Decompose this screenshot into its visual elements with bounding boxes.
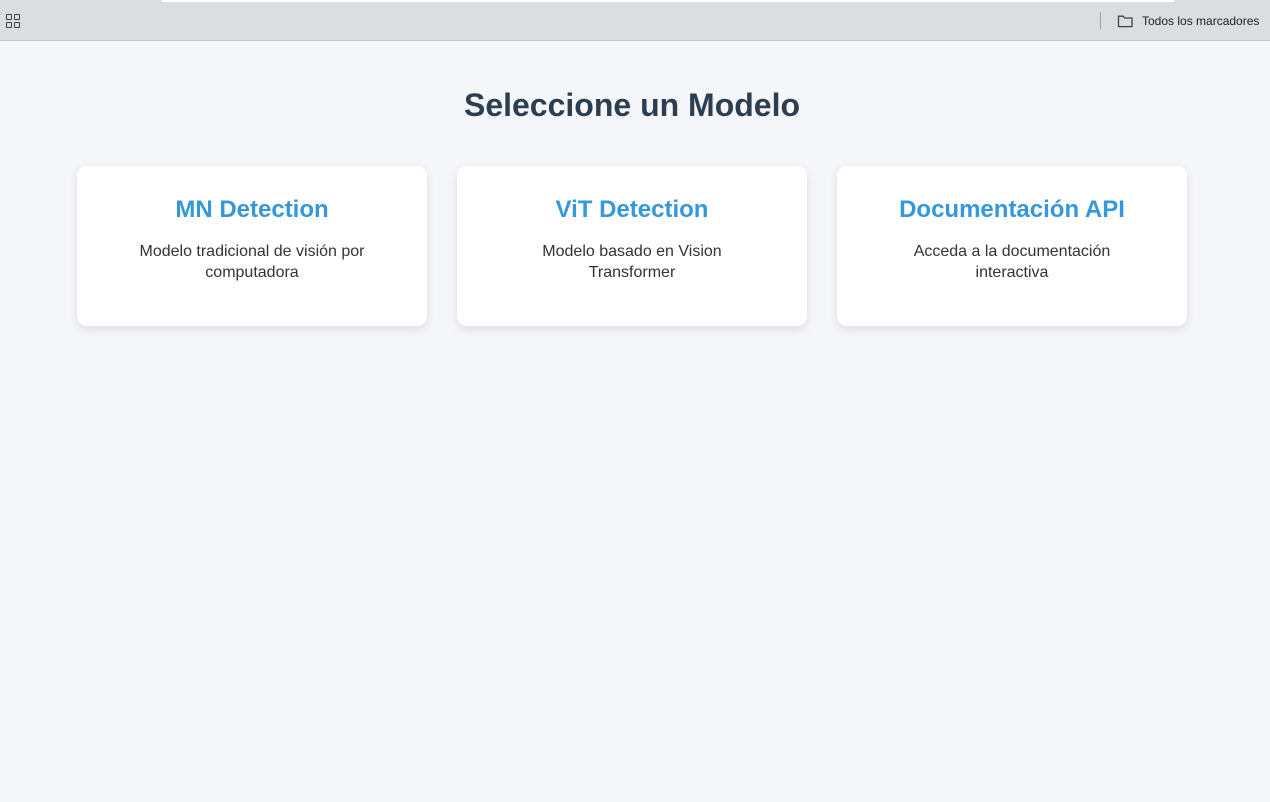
card-description: Modelo basado en Vision Transformer (542, 243, 722, 281)
tab-strip-edge (162, 0, 1174, 2)
card-description: Acceda a la documentación interactiva (913, 243, 1111, 281)
folder-icon (1117, 14, 1134, 28)
card-mn-detection[interactable]: MN Detection Modelo tradicional de visió… (77, 166, 427, 326)
main-page: Seleccione un Modelo MN Detection Modelo… (0, 41, 1270, 802)
card-vit-detection[interactable]: ViT Detection Modelo basado en Vision Tr… (457, 166, 807, 326)
bookmarks-bar: Todos los marcadores (0, 0, 1270, 41)
card-title: ViT Detection (555, 196, 709, 223)
page-title: Seleccione un Modelo (463, 87, 801, 123)
all-bookmarks-label: Todos los marcadores (1142, 14, 1260, 28)
card-description: Modelo tradicional de visión por computa… (139, 243, 365, 281)
all-bookmarks-button[interactable]: Todos los marcadores (1117, 11, 1259, 31)
bookmarks-divider (1100, 12, 1101, 29)
card-title: MN Detection (175, 196, 329, 223)
card-api-documentation[interactable]: Documentación API Acceda a la documentac… (837, 166, 1187, 326)
card-title: Documentación API (899, 196, 1125, 223)
apps-grid-icon[interactable] (6, 14, 20, 28)
